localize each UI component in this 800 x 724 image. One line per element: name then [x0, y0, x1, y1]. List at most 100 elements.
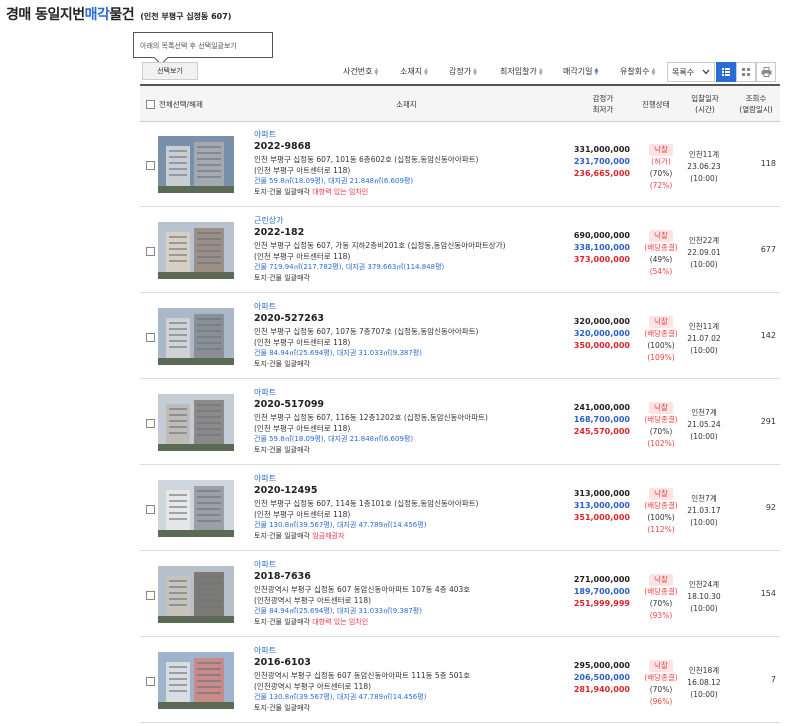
- property-type[interactable]: 근린상가: [254, 215, 584, 226]
- address-line: 인천광역시 부평구 십정동 607 동암신동아아파트 107동 4층 403호: [254, 585, 471, 594]
- court-division: 인천22계: [688, 236, 720, 245]
- sale-note-text: 토지·건물 일괄매각: [254, 360, 310, 368]
- sale-note: 토지·건물 일괄매각 임금채권자: [254, 531, 584, 542]
- property-photo[interactable]: [158, 222, 234, 279]
- sort-appraisal[interactable]: 감정가 ▲ ▼: [449, 66, 477, 77]
- address-line: 인천 부평구 십정동 607, 116동 12층1202호 (십정동,동암신동아…: [254, 413, 488, 422]
- select-all[interactable]: 전체선택/해제: [146, 99, 203, 110]
- property-photo[interactable]: [158, 652, 234, 709]
- sort-fail-count[interactable]: 유찰회수 ▲ ▼: [620, 66, 655, 77]
- property-photo[interactable]: [158, 394, 234, 451]
- location-header: 소재지: [396, 100, 417, 109]
- select-view-button[interactable]: 선택보기: [142, 62, 198, 80]
- minimum-ratio: (70%): [649, 599, 673, 608]
- status-detail: (배당종결): [644, 501, 678, 510]
- select-tooltip: 아래의 목록선택 후 선택일괄보기: [133, 32, 273, 58]
- address-line: 인천광역시 부평구 십정동 607 동암신동아아파트 111동 5층 501호: [254, 671, 471, 680]
- sale-ratio: (96%): [649, 697, 673, 706]
- sale-note: 토지·건물 일괄매각: [254, 445, 584, 456]
- case-number[interactable]: 2018-7636: [254, 570, 584, 584]
- minimum-ratio: (70%): [649, 169, 673, 178]
- minimum-price: 189,700,000: [573, 587, 630, 596]
- sale-note: 토지·건물 일괄매각: [254, 273, 584, 284]
- bid-time: (10:00): [690, 174, 718, 183]
- appraisal-price: 690,000,000: [573, 231, 630, 240]
- select-all-checkbox[interactable]: [146, 100, 155, 109]
- minimum-ratio: (49%): [649, 255, 673, 264]
- minimum-price: 168,700,000: [573, 415, 630, 424]
- status-cell: 낙찰 (배당종결) (70%) (93%): [638, 574, 684, 622]
- row-checkbox[interactable]: [146, 591, 155, 600]
- bid-time: (10:00): [690, 518, 718, 527]
- view-count: 118: [760, 159, 776, 168]
- sale-note-text: 토지·건물 일괄매각: [254, 446, 310, 454]
- road-address: (인천광역시 부평구 아트센터로 118): [254, 682, 372, 691]
- sort-arrows-icon: ▲ ▼: [424, 66, 428, 77]
- bid-date: 23.06.23: [687, 162, 721, 171]
- address-line: 인천 부평구 십정동 607, 가동 지하2층비201호 (십정동,동암신동아아…: [254, 241, 506, 250]
- status-cell: 낙찰 (배당종결) (100%) (109%): [638, 316, 684, 364]
- print-button[interactable]: [756, 62, 776, 82]
- bid-time: (10:00): [690, 604, 718, 613]
- case-number[interactable]: 2020-12495: [254, 484, 584, 498]
- status-detail: (배당종결): [644, 243, 678, 252]
- row-checkbox[interactable]: [146, 247, 155, 256]
- property-type[interactable]: 아파트: [254, 559, 584, 570]
- road-address: (인천 부평구 아트센터로 118): [254, 424, 351, 433]
- grid-view-button[interactable]: [736, 62, 756, 82]
- property-photo[interactable]: [158, 566, 234, 623]
- per-page-select[interactable]: 목록수: [667, 62, 715, 82]
- sort-arrows-icon: ▲ ▼: [374, 66, 379, 77]
- status-badge: 낙찰: [649, 316, 673, 328]
- property-type[interactable]: 아파트: [254, 301, 584, 312]
- appraisal-price: 320,000,000: [573, 317, 630, 326]
- property-photo[interactable]: [158, 136, 234, 193]
- case-number[interactable]: 2020-517099: [254, 398, 584, 412]
- property-type[interactable]: 아파트: [254, 473, 584, 484]
- date-header-bottom: (시간): [695, 105, 715, 114]
- property-photo[interactable]: [158, 480, 234, 537]
- case-number[interactable]: 2022-9868: [254, 140, 584, 154]
- address-line: 인천 부평구 십정동 607, 101동 6층602호 (십정동,동암신동아아파…: [254, 155, 479, 164]
- row-checkbox[interactable]: [146, 505, 155, 514]
- sort-arrows-icon: ▲ ▼: [594, 66, 599, 77]
- sale-note-text: 토지·건물 일괄매각: [254, 618, 310, 626]
- row-checkbox[interactable]: [146, 161, 155, 170]
- case-number[interactable]: 2020-527263: [254, 312, 584, 326]
- bid-time: (10:00): [690, 260, 718, 269]
- sort-case-number[interactable]: 사건번호 ▲ ▼: [343, 66, 378, 77]
- list-view-button[interactable]: [716, 62, 736, 82]
- property-type[interactable]: 아파트: [254, 387, 584, 398]
- page-subtitle: (인천 부평구 십정동 607): [140, 12, 232, 21]
- price-cell: 320,000,000 320,000,000 350,000,000: [570, 316, 630, 352]
- date-cell: 인천7계 21.03.17 (10:00): [682, 493, 726, 529]
- status-header: 진행상태: [642, 100, 670, 109]
- sale-ratio: (112%): [647, 525, 675, 534]
- appraisal-header: 감정가: [592, 94, 614, 103]
- price-cell: 295,000,000 206,500,000 281,940,000: [570, 660, 630, 696]
- minimum-ratio: (70%): [649, 685, 673, 694]
- bid-date: 21.05.24: [687, 420, 721, 429]
- sale-note-text: 토지·건물 일괄매각: [254, 188, 310, 196]
- row-checkbox[interactable]: [146, 677, 155, 686]
- minimum-ratio: (100%): [647, 513, 675, 522]
- case-number[interactable]: 2022-182: [254, 226, 584, 240]
- property-type[interactable]: 아파트: [254, 129, 584, 140]
- bid-date: 21.07.02: [687, 334, 721, 343]
- special-note: 대항력 있는 임차인: [312, 618, 369, 626]
- sort-label: 소재지: [400, 67, 423, 76]
- minimum-header: 최저가: [592, 105, 614, 114]
- sort-minimum-bid[interactable]: 최저입찰가 ▲ ▼: [500, 66, 543, 77]
- property-type[interactable]: 아파트: [254, 645, 584, 656]
- title-rest: 물건: [109, 7, 135, 23]
- property-photo[interactable]: [158, 308, 234, 365]
- row-checkbox[interactable]: [146, 333, 155, 342]
- table-row: 아파트 2020-517099 인천 부평구 십정동 607, 116동 12층12…: [140, 380, 780, 465]
- sort-label: 유찰회수: [620, 67, 650, 76]
- sort-location[interactable]: 소재지 ▲ ▼: [400, 66, 428, 77]
- sort-sale-date[interactable]: 매각기일 ▲ ▼: [563, 66, 598, 77]
- case-number[interactable]: 2016-6103: [254, 656, 584, 670]
- road-address: (인천 부평구 아트센터로 118): [254, 252, 351, 261]
- row-checkbox[interactable]: [146, 419, 155, 428]
- minimum-price: 231,700,000: [573, 157, 630, 166]
